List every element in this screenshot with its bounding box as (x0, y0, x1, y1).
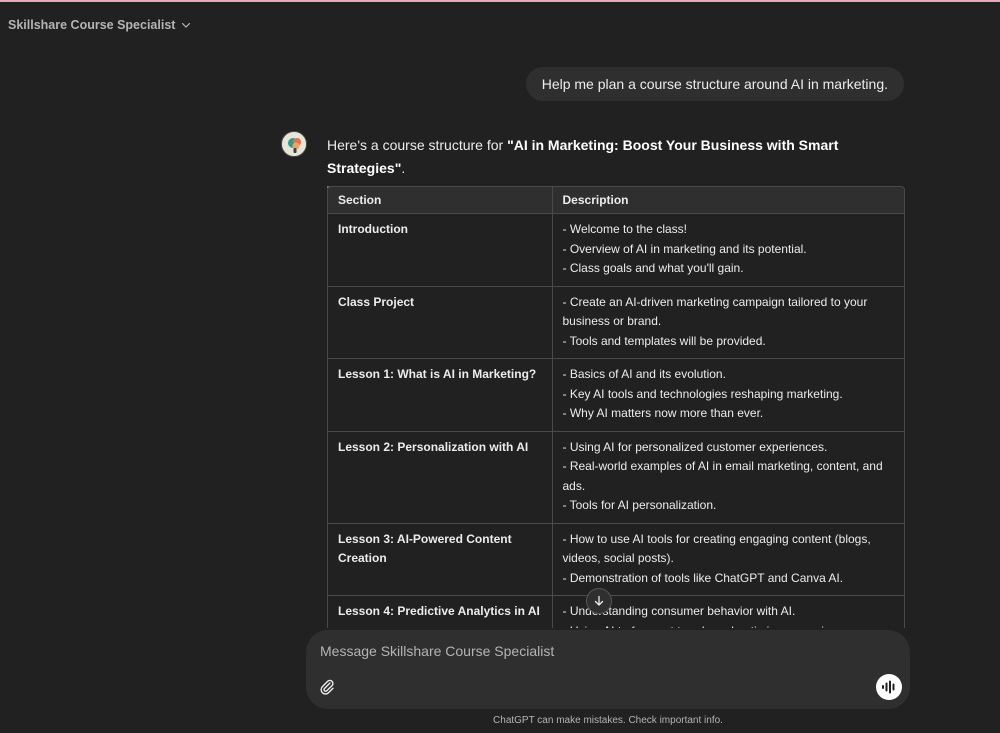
description-cell: - Using AI for personalized customer exp… (552, 431, 904, 524)
description-line: - Demonstration of tools like ChatGPT an… (562, 570, 844, 585)
description-cell: - Basics of AI and its evolution. - Key A… (552, 358, 904, 432)
description-cell: - Create an AI-driven marketing campaign… (552, 286, 904, 359)
disclaimer-note: ChatGPT can make mistakes. Check importa… (493, 715, 723, 726)
section-cell: Class Project (328, 286, 553, 359)
top-accent-line (0, 0, 1000, 2)
table-row: Lesson 2: Personalization with AI - Using… (328, 431, 904, 524)
table-row: Lesson 4: Predictive Analytics in AI - Un… (328, 595, 904, 629)
description-line: - Why AI matters now more than ever. (562, 406, 764, 420)
description-line: - Real-world examples of AI in email mar… (562, 459, 883, 493)
user-message: Help me plan a course structure around A… (525, 67, 904, 101)
description-line: - Basics of AI and its evolution. (562, 367, 726, 381)
description-line: - Class goals and what you'll gain. (562, 261, 744, 275)
column-header-section: Section (328, 187, 553, 214)
attach-button[interactable] (318, 678, 336, 696)
description-line: - Understanding consumer behavior with A… (562, 604, 796, 618)
model-title: Skillshare Course Specialist (8, 18, 176, 32)
audio-waveform-icon (882, 680, 895, 694)
intro-suffix: . (401, 160, 406, 176)
arrow-down-icon (594, 595, 604, 606)
description-line: - Create an AI-driven marketing campaign… (562, 294, 868, 329)
assistant-avatar (281, 131, 307, 157)
paperclip-icon (320, 679, 334, 695)
message-composer (306, 630, 910, 709)
description-line: - Key AI tools and technologies reshapin… (562, 386, 843, 401)
description-line: - Tools and templates will be provided. (562, 333, 766, 348)
section-cell: Lesson 1: What is AI in Marketing? (328, 358, 553, 432)
description-line: - Overview of AI in marketing and its po… (562, 241, 807, 256)
table-row: Class Project - Create an AI-driven marke… (328, 286, 904, 359)
table-row: Lesson 1: What is AI in Marketing? - Basi… (328, 358, 904, 432)
voice-mode-button[interactable] (876, 674, 902, 700)
description-line: - Welcome to the class! (562, 222, 688, 236)
description-line: - Tools for AI personalization. (562, 498, 717, 512)
section-cell: Lesson 3: AI-Powered Content Creation (328, 523, 553, 596)
column-header-description: Description (552, 187, 904, 214)
section-cell: Lesson 2: Personalization with AI (328, 431, 553, 524)
table-row: Lesson 3: AI-Powered Content Creation - H… (328, 523, 904, 596)
description-line: - Using AI for personalized customer exp… (562, 439, 828, 454)
section-cell: Introduction (328, 213, 553, 287)
description-line: - How to use AI tools for creating engag… (562, 531, 871, 566)
message-input[interactable] (320, 640, 880, 662)
description-cell: - How to use AI tools for creating engag… (552, 523, 904, 596)
course-structure-table: Section Description Introduction - Welcom… (327, 186, 905, 628)
description-cell: - Welcome to the class! - Overview of AI … (552, 213, 904, 287)
chevron-down-icon (182, 22, 191, 28)
section-cell: Lesson 4: Predictive Analytics in AI (328, 595, 553, 628)
lightbulb-brain-icon (282, 132, 306, 156)
intro-line-1: Here's a course structure for "AI in Mar… (327, 134, 917, 180)
scroll-to-bottom-button[interactable] (586, 588, 612, 614)
intro-prefix: Here's a course structure for (327, 137, 508, 153)
model-selector[interactable]: Skillshare Course Specialist (8, 14, 191, 36)
description-line: - Using AI to forecast trends and optimi… (563, 622, 895, 629)
table-row: Introduction - Welcome to the class! - Ove… (328, 213, 904, 287)
table-header-row: Section Description (328, 187, 904, 214)
